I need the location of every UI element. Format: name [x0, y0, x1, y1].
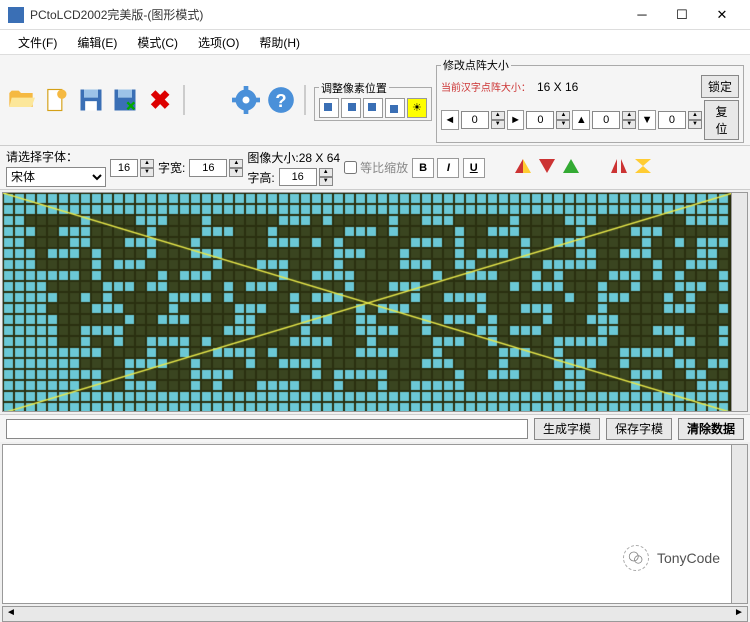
- wechat-icon: [623, 545, 649, 571]
- flip-v-button[interactable]: [537, 157, 557, 178]
- matrix-size-value: 16 X 16: [537, 80, 578, 94]
- app-icon: [8, 7, 24, 23]
- font-toolbar: 请选择字体： 宋体 ▲▼ 字宽: ▲▼ 图像大小:28 X 64 字高: ▲▼ …: [0, 146, 750, 190]
- bold-button[interactable]: B: [412, 158, 434, 178]
- spin-down[interactable]: ▼: [622, 120, 636, 129]
- separator: [183, 85, 185, 115]
- font-select[interactable]: 宋体: [6, 167, 106, 187]
- new-button[interactable]: [41, 82, 72, 118]
- pixel-pos-label: 调整像素位置: [319, 80, 389, 96]
- invert-button[interactable]: ☀: [407, 98, 427, 118]
- hscroll-right-icon[interactable]: ►: [507, 110, 525, 130]
- dot-matrix-label: 修改点阵大小: [441, 57, 511, 73]
- generate-button[interactable]: 生成字模: [534, 418, 600, 440]
- lock-button[interactable]: 锁定: [701, 75, 739, 98]
- spin-y2[interactable]: [658, 111, 686, 129]
- spin-x1[interactable]: [461, 111, 489, 129]
- x-icon: ✖: [149, 85, 171, 116]
- menubar: 文件(F) 编辑(E) 模式(C) 选项(O) 帮助(H): [0, 30, 750, 55]
- window-titlebar: PCtoLCD2002完美版-(图形模式) ─ ☐ ✕: [0, 0, 750, 30]
- spin-up[interactable]: ▲: [556, 111, 570, 120]
- spin-down[interactable]: ▼: [140, 168, 154, 177]
- spin-up[interactable]: ▲: [688, 111, 702, 120]
- menu-file[interactable]: 文件(F): [8, 31, 67, 54]
- mirror-button[interactable]: [609, 157, 629, 178]
- image-size-label: 图像大小:: [247, 151, 298, 165]
- move-right-button[interactable]: [341, 98, 361, 118]
- char-width-input[interactable]: [189, 159, 227, 177]
- spin-up[interactable]: ▲: [140, 159, 154, 168]
- spin-down[interactable]: ▼: [688, 120, 702, 129]
- font-label: 请选择字体：: [6, 148, 106, 165]
- delete-button[interactable]: ✖: [145, 82, 176, 118]
- help-button[interactable]: ?: [266, 82, 297, 118]
- menu-help[interactable]: 帮助(H): [249, 31, 310, 54]
- hscroll-left[interactable]: ◄: [3, 607, 19, 621]
- move-up-button[interactable]: [363, 98, 383, 118]
- spin-up[interactable]: ▲: [491, 111, 505, 120]
- settings-button[interactable]: [231, 82, 262, 118]
- close-button[interactable]: ✕: [702, 1, 742, 29]
- move-down-button[interactable]: [385, 98, 405, 118]
- minimize-button[interactable]: ─: [622, 1, 662, 29]
- output-bar: 生成字模 保存字模 清除数据: [0, 414, 750, 442]
- spin-down[interactable]: ▼: [319, 177, 333, 186]
- pixel-canvas-area[interactable]: [2, 192, 748, 412]
- style-buttons: B I U: [412, 158, 485, 178]
- save-as-button[interactable]: [110, 82, 141, 118]
- spin-down[interactable]: ▼: [491, 120, 505, 129]
- pixel-position-group: 调整像素位置 ☀: [314, 80, 432, 121]
- clear-data-button[interactable]: 清除数据: [678, 418, 744, 440]
- hscroll-left-icon[interactable]: ◄: [441, 110, 459, 130]
- menu-options[interactable]: 选项(O): [188, 31, 249, 54]
- spin-down[interactable]: ▼: [556, 120, 570, 129]
- window-title: PCtoLCD2002完美版-(图形模式): [30, 6, 622, 23]
- char-width-label: 字宽:: [158, 159, 185, 176]
- spin-up[interactable]: ▲: [229, 159, 243, 168]
- hscroll-bar[interactable]: ◄ ►: [2, 606, 748, 622]
- spin-up[interactable]: ▲: [319, 168, 333, 177]
- spin-y1[interactable]: [592, 111, 620, 129]
- output-vscroll[interactable]: [731, 445, 747, 603]
- vscroll-down-icon[interactable]: ▼: [638, 110, 656, 130]
- dot-matrix-group: 修改点阵大小 当前汉字点阵大小： 16 X 16 锁定 ◄ ▲▼ ► ▲▼ ▲ …: [436, 57, 744, 143]
- spin-up[interactable]: ▲: [622, 111, 636, 120]
- reset-button[interactable]: 复位: [704, 100, 739, 140]
- flip-h-button[interactable]: [513, 157, 533, 178]
- menu-mode[interactable]: 模式(C): [127, 31, 188, 54]
- char-height-input[interactable]: [279, 168, 317, 186]
- vscroll-up-icon[interactable]: ▲: [572, 110, 590, 130]
- output-panel[interactable]: [2, 444, 748, 604]
- toolbar-main: ✖ ? 调整像素位置 ☀ 修改点阵大小 当前汉字点阵大小： 16 X 16 锁定…: [0, 55, 750, 146]
- rotate-button[interactable]: [561, 157, 581, 178]
- open-button[interactable]: [6, 82, 37, 118]
- watermark: TonyCode: [623, 545, 720, 571]
- watermark-text: TonyCode: [657, 550, 720, 566]
- save-font-button[interactable]: 保存字模: [606, 418, 672, 440]
- spin-down[interactable]: ▼: [229, 168, 243, 177]
- menu-edit[interactable]: 编辑(E): [67, 31, 127, 54]
- maximize-button[interactable]: ☐: [662, 1, 702, 29]
- text-input[interactable]: [6, 419, 528, 439]
- current-size-label: 当前汉字点阵大小：: [441, 79, 531, 94]
- save-button[interactable]: [75, 82, 106, 118]
- mirror2-button[interactable]: [633, 157, 653, 178]
- underline-button[interactable]: U: [463, 158, 485, 178]
- italic-button[interactable]: I: [437, 158, 459, 178]
- separator: [304, 85, 306, 115]
- move-left-button[interactable]: [319, 98, 339, 118]
- scale-checkbox[interactable]: [344, 161, 357, 174]
- font-size-spinner[interactable]: [110, 159, 138, 177]
- image-size-value: 28 X 64: [299, 151, 340, 165]
- canvas-vscroll[interactable]: [731, 193, 747, 411]
- scale-label: 等比缩放: [360, 159, 408, 176]
- hscroll-right[interactable]: ►: [731, 607, 747, 621]
- char-height-label: 字高:: [247, 169, 274, 186]
- spin-x2[interactable]: [526, 111, 554, 129]
- svg-text:?: ?: [275, 90, 286, 111]
